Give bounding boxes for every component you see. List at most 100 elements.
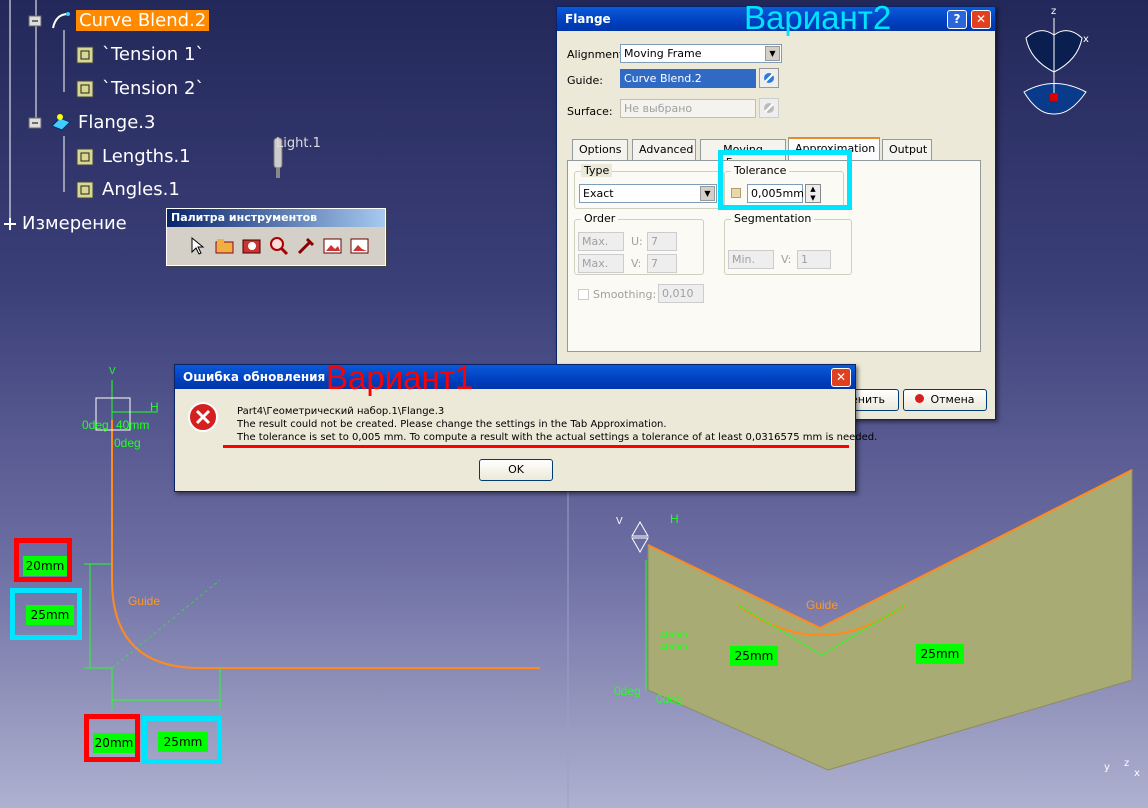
tree-tension1-label: `Tension 1` bbox=[102, 44, 205, 65]
tab-advanced[interactable]: Advanced bbox=[632, 139, 696, 160]
alignment-value: Moving Frame bbox=[624, 47, 702, 60]
image-list-icon[interactable] bbox=[349, 235, 371, 257]
r-length-a: 40mm bbox=[660, 630, 688, 641]
select-icon[interactable] bbox=[187, 235, 209, 257]
axis-star-down bbox=[631, 537, 649, 554]
type-group-label: Type bbox=[581, 164, 613, 177]
smoothing-input[interactable]: 0,010 bbox=[658, 284, 704, 303]
ok-button[interactable]: OK bbox=[479, 459, 553, 481]
error-line-2: The result could not be created. Please … bbox=[237, 419, 667, 430]
guide-value: Curve Blend.2 bbox=[624, 72, 702, 85]
minus-icon[interactable] bbox=[28, 10, 50, 32]
variant2-note: Вариант2 bbox=[744, 0, 892, 36]
parameter-icon bbox=[74, 78, 96, 100]
tree-tension1[interactable]: `Tension 1` bbox=[74, 44, 204, 66]
tool-icon[interactable] bbox=[295, 235, 317, 257]
segmentation-combo[interactable]: Min. bbox=[728, 250, 774, 269]
tab-output[interactable]: Output bbox=[882, 139, 932, 160]
type-group: Type Exact ▼ bbox=[574, 164, 724, 209]
cancel-button[interactable]: Отмена bbox=[903, 389, 987, 411]
dim-red-h: 20mm bbox=[93, 733, 135, 753]
u-value: 7 bbox=[651, 235, 658, 248]
tree-lengths[interactable]: Lengths.1 bbox=[74, 146, 191, 168]
tree-angles[interactable]: Angles.1 bbox=[74, 179, 180, 201]
smoothing-checkbox[interactable] bbox=[578, 289, 589, 300]
order-v-mode: Max. bbox=[582, 257, 609, 270]
smoothing-label: Smoothing: bbox=[593, 288, 657, 301]
chevron-down-icon[interactable]: ▼ bbox=[700, 186, 715, 201]
tree-tension2[interactable]: `Tension 2` bbox=[74, 78, 204, 100]
segmentation-group-label: Segmentation bbox=[731, 212, 815, 225]
v-input[interactable]: 7 bbox=[647, 254, 677, 273]
tree-tension2-label: `Tension 2` bbox=[102, 78, 205, 99]
order-v-combo[interactable]: Max. bbox=[578, 254, 624, 273]
chevron-down-icon[interactable]: ▼ bbox=[765, 46, 780, 61]
type-combo[interactable]: Exact ▼ bbox=[579, 184, 717, 203]
guide-field[interactable]: Curve Blend.2 bbox=[620, 69, 756, 88]
error-dialog[interactable]: Ошибка обновления ✕ Part4\Геометрический… bbox=[174, 364, 877, 492]
image-icon[interactable] bbox=[322, 235, 344, 257]
guide-select-icon[interactable] bbox=[759, 68, 779, 88]
curve-blend-icon bbox=[50, 10, 72, 32]
surface-field[interactable]: Не выбрано bbox=[620, 99, 756, 118]
r-dim-a: 25mm bbox=[730, 646, 778, 666]
close-icon[interactable]: ✕ bbox=[971, 10, 991, 29]
sketch-axis-v-label: V bbox=[109, 366, 116, 377]
parameter-icon bbox=[74, 44, 96, 66]
error-message: Part4\Геометрический набор.1\Flange.3 Th… bbox=[237, 405, 877, 444]
r-angle-a: 0deg bbox=[614, 684, 641, 698]
error-dialog-titlebar[interactable]: Ошибка обновления ✕ bbox=[175, 365, 855, 389]
parameter-icon bbox=[74, 179, 96, 201]
seg-v-value: 1 bbox=[801, 253, 808, 266]
tree-measure[interactable]: Измерение bbox=[2, 213, 127, 235]
segmentation-group: Segmentation Min. V: 1 bbox=[724, 212, 852, 275]
seg-mode: Min. bbox=[732, 253, 756, 266]
error-line-1: Part4\Геометрический набор.1\Flange.3 bbox=[237, 406, 445, 417]
capture-icon[interactable] bbox=[241, 235, 263, 257]
tree-flange[interactable]: Flange.3 bbox=[28, 112, 156, 134]
error-line-3: The tolerance is set to 0,005 mm. To com… bbox=[237, 432, 878, 443]
tools-palette[interactable]: Палитра инструментов bbox=[166, 208, 386, 266]
r-length-b: 40mm bbox=[660, 642, 688, 653]
cancel-label: Отмена bbox=[930, 393, 975, 406]
plus-icon[interactable] bbox=[2, 213, 24, 235]
surface-select-icon[interactable] bbox=[759, 98, 779, 118]
tree-curve-blend[interactable]: Curve Blend.2 bbox=[28, 10, 210, 32]
sketch-guide-label: Guide bbox=[128, 594, 161, 608]
error-dialog-title: Ошибка обновления bbox=[183, 370, 326, 384]
smoothing-value: 0,010 bbox=[662, 287, 694, 300]
help-icon[interactable]: ? bbox=[947, 10, 967, 29]
dim-red-v: 20mm bbox=[23, 556, 67, 576]
variant1-note: Вариант1 bbox=[326, 359, 474, 396]
u-label: U: bbox=[631, 235, 643, 248]
dim-cyan-v: 25mm bbox=[26, 605, 74, 625]
alignment-label: Alignment: bbox=[567, 48, 628, 61]
folder-icon[interactable] bbox=[214, 235, 236, 257]
tab-options[interactable]: Options bbox=[572, 139, 628, 160]
axis-star-up bbox=[631, 520, 649, 537]
r-angle-b: 0deg bbox=[656, 692, 683, 706]
r-dim-b: 25mm bbox=[916, 644, 964, 664]
tree-measure-label: Измерение bbox=[22, 213, 127, 234]
tree-flange-label: Flange.3 bbox=[78, 112, 156, 133]
flange-dialog-title: Flange bbox=[565, 12, 611, 26]
minus-icon[interactable] bbox=[28, 112, 50, 134]
flange-icon bbox=[50, 112, 72, 134]
tree-angles-label: Angles.1 bbox=[102, 179, 180, 200]
error-underline bbox=[223, 445, 849, 448]
order-group: Order Max. U: 7 Max. V: 7 bbox=[574, 212, 704, 275]
u-input[interactable]: 7 bbox=[647, 232, 677, 251]
surface-value: Не выбрано bbox=[624, 102, 693, 115]
order-u-combo[interactable]: Max. bbox=[578, 232, 624, 251]
close-icon[interactable]: ✕ bbox=[831, 368, 851, 387]
r-axis-h-label: H bbox=[670, 512, 679, 526]
seg-v-input[interactable]: 1 bbox=[797, 250, 831, 269]
alignment-combo[interactable]: Moving Frame ▼ bbox=[620, 44, 782, 63]
sketch-angle-a: 0deg bbox=[82, 418, 109, 432]
v-label: V: bbox=[631, 257, 642, 270]
palette-title: Палитра инструментов bbox=[167, 209, 385, 227]
zoom-icon[interactable] bbox=[268, 235, 290, 257]
compass-x-label: x bbox=[1083, 34, 1089, 45]
guide-label: Guide: bbox=[567, 74, 604, 87]
flange-dialog[interactable]: Flange ? ✕ Alignment: Moving Frame ▼ Gui… bbox=[556, 6, 996, 420]
